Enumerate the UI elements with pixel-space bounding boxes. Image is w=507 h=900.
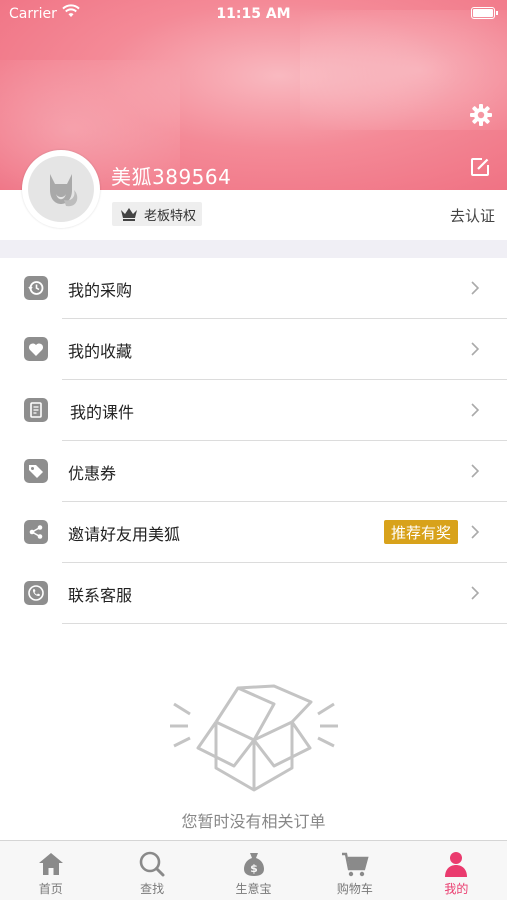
empty-box-icon (170, 684, 338, 792)
fox-avatar-icon (50, 174, 78, 207)
empty-orders-message: 您暂时没有相关订单 (181, 812, 326, 831)
chevron-right-icon (471, 403, 480, 417)
badge-label: 老板特权 (144, 208, 197, 224)
chevron-right-icon (471, 464, 480, 478)
certify-link[interactable]: 去认证 (450, 205, 495, 226)
menu-item-purchases[interactable]: 我的采购 (0, 258, 507, 319)
menu-label: 联系客服 (68, 585, 133, 605)
status-bar: Carrier 11:15 AM (0, 0, 507, 28)
edit-profile-icon[interactable] (469, 156, 491, 178)
home-icon (38, 853, 63, 875)
menu-label: 我的采购 (68, 280, 133, 300)
crown-icon (121, 208, 137, 221)
tab-label: 我的 (444, 882, 469, 896)
tab-label: 生意宝 (235, 882, 272, 896)
menu-item-coupons[interactable]: 优惠券 (0, 441, 507, 502)
money-bag-icon: $ (243, 853, 264, 876)
tab-business[interactable]: $ 生意宝 (203, 841, 304, 900)
menu-label: 我的收藏 (68, 341, 133, 361)
menu-item-courseware[interactable]: 我的课件 (0, 380, 507, 441)
referral-reward-badge: 推荐有奖 (383, 520, 458, 544)
document-icon (24, 398, 48, 422)
tab-label: 查找 (140, 882, 165, 896)
settings-gear-icon[interactable] (469, 103, 493, 127)
search-icon (139, 851, 165, 877)
vip-privilege-badge[interactable]: 老板特权 (112, 202, 203, 226)
menu-item-favorites[interactable]: 我的收藏 (0, 319, 507, 380)
bottom-tab-bar: 首页 查找 $ 生意宝 购物车 我的 (0, 840, 507, 900)
heart-icon (24, 337, 48, 361)
menu-label: 邀请好友用美狐 (68, 524, 181, 544)
tab-mine[interactable]: 我的 (406, 841, 507, 900)
share-icon (24, 520, 48, 544)
battery-icon (471, 7, 498, 19)
tab-cart[interactable]: 购物车 (304, 841, 405, 900)
chevron-right-icon (471, 525, 480, 539)
chevron-right-icon (471, 281, 480, 295)
cart-icon (341, 852, 369, 877)
tab-search[interactable]: 查找 (101, 841, 202, 900)
menu-label: 优惠券 (68, 463, 117, 483)
menu-item-invite-friends[interactable]: 邀请好友用美狐 推荐有奖 (0, 502, 507, 563)
coupon-tag-icon (24, 459, 48, 483)
chevron-right-icon (471, 586, 480, 600)
avatar[interactable] (22, 150, 100, 228)
menu-list: 我的采购 我的收藏 我的课件 优惠券 邀请好友用美狐 推荐有奖 联系客服 (0, 258, 507, 624)
menu-item-customer-service[interactable]: 联系客服 (0, 563, 507, 624)
section-divider (0, 240, 507, 258)
chevron-right-icon (471, 342, 480, 356)
tab-label: 购物车 (336, 882, 373, 896)
username: 美狐389564 (111, 165, 232, 189)
person-icon (445, 852, 468, 877)
tab-label: 首页 (38, 882, 63, 896)
purchase-history-icon (24, 276, 48, 300)
tab-home[interactable]: 首页 (0, 841, 101, 900)
svg-text:$: $ (250, 862, 258, 875)
status-time: 11:15 AM (216, 6, 291, 22)
menu-label: 我的课件 (70, 402, 135, 422)
phone-icon (24, 581, 48, 605)
